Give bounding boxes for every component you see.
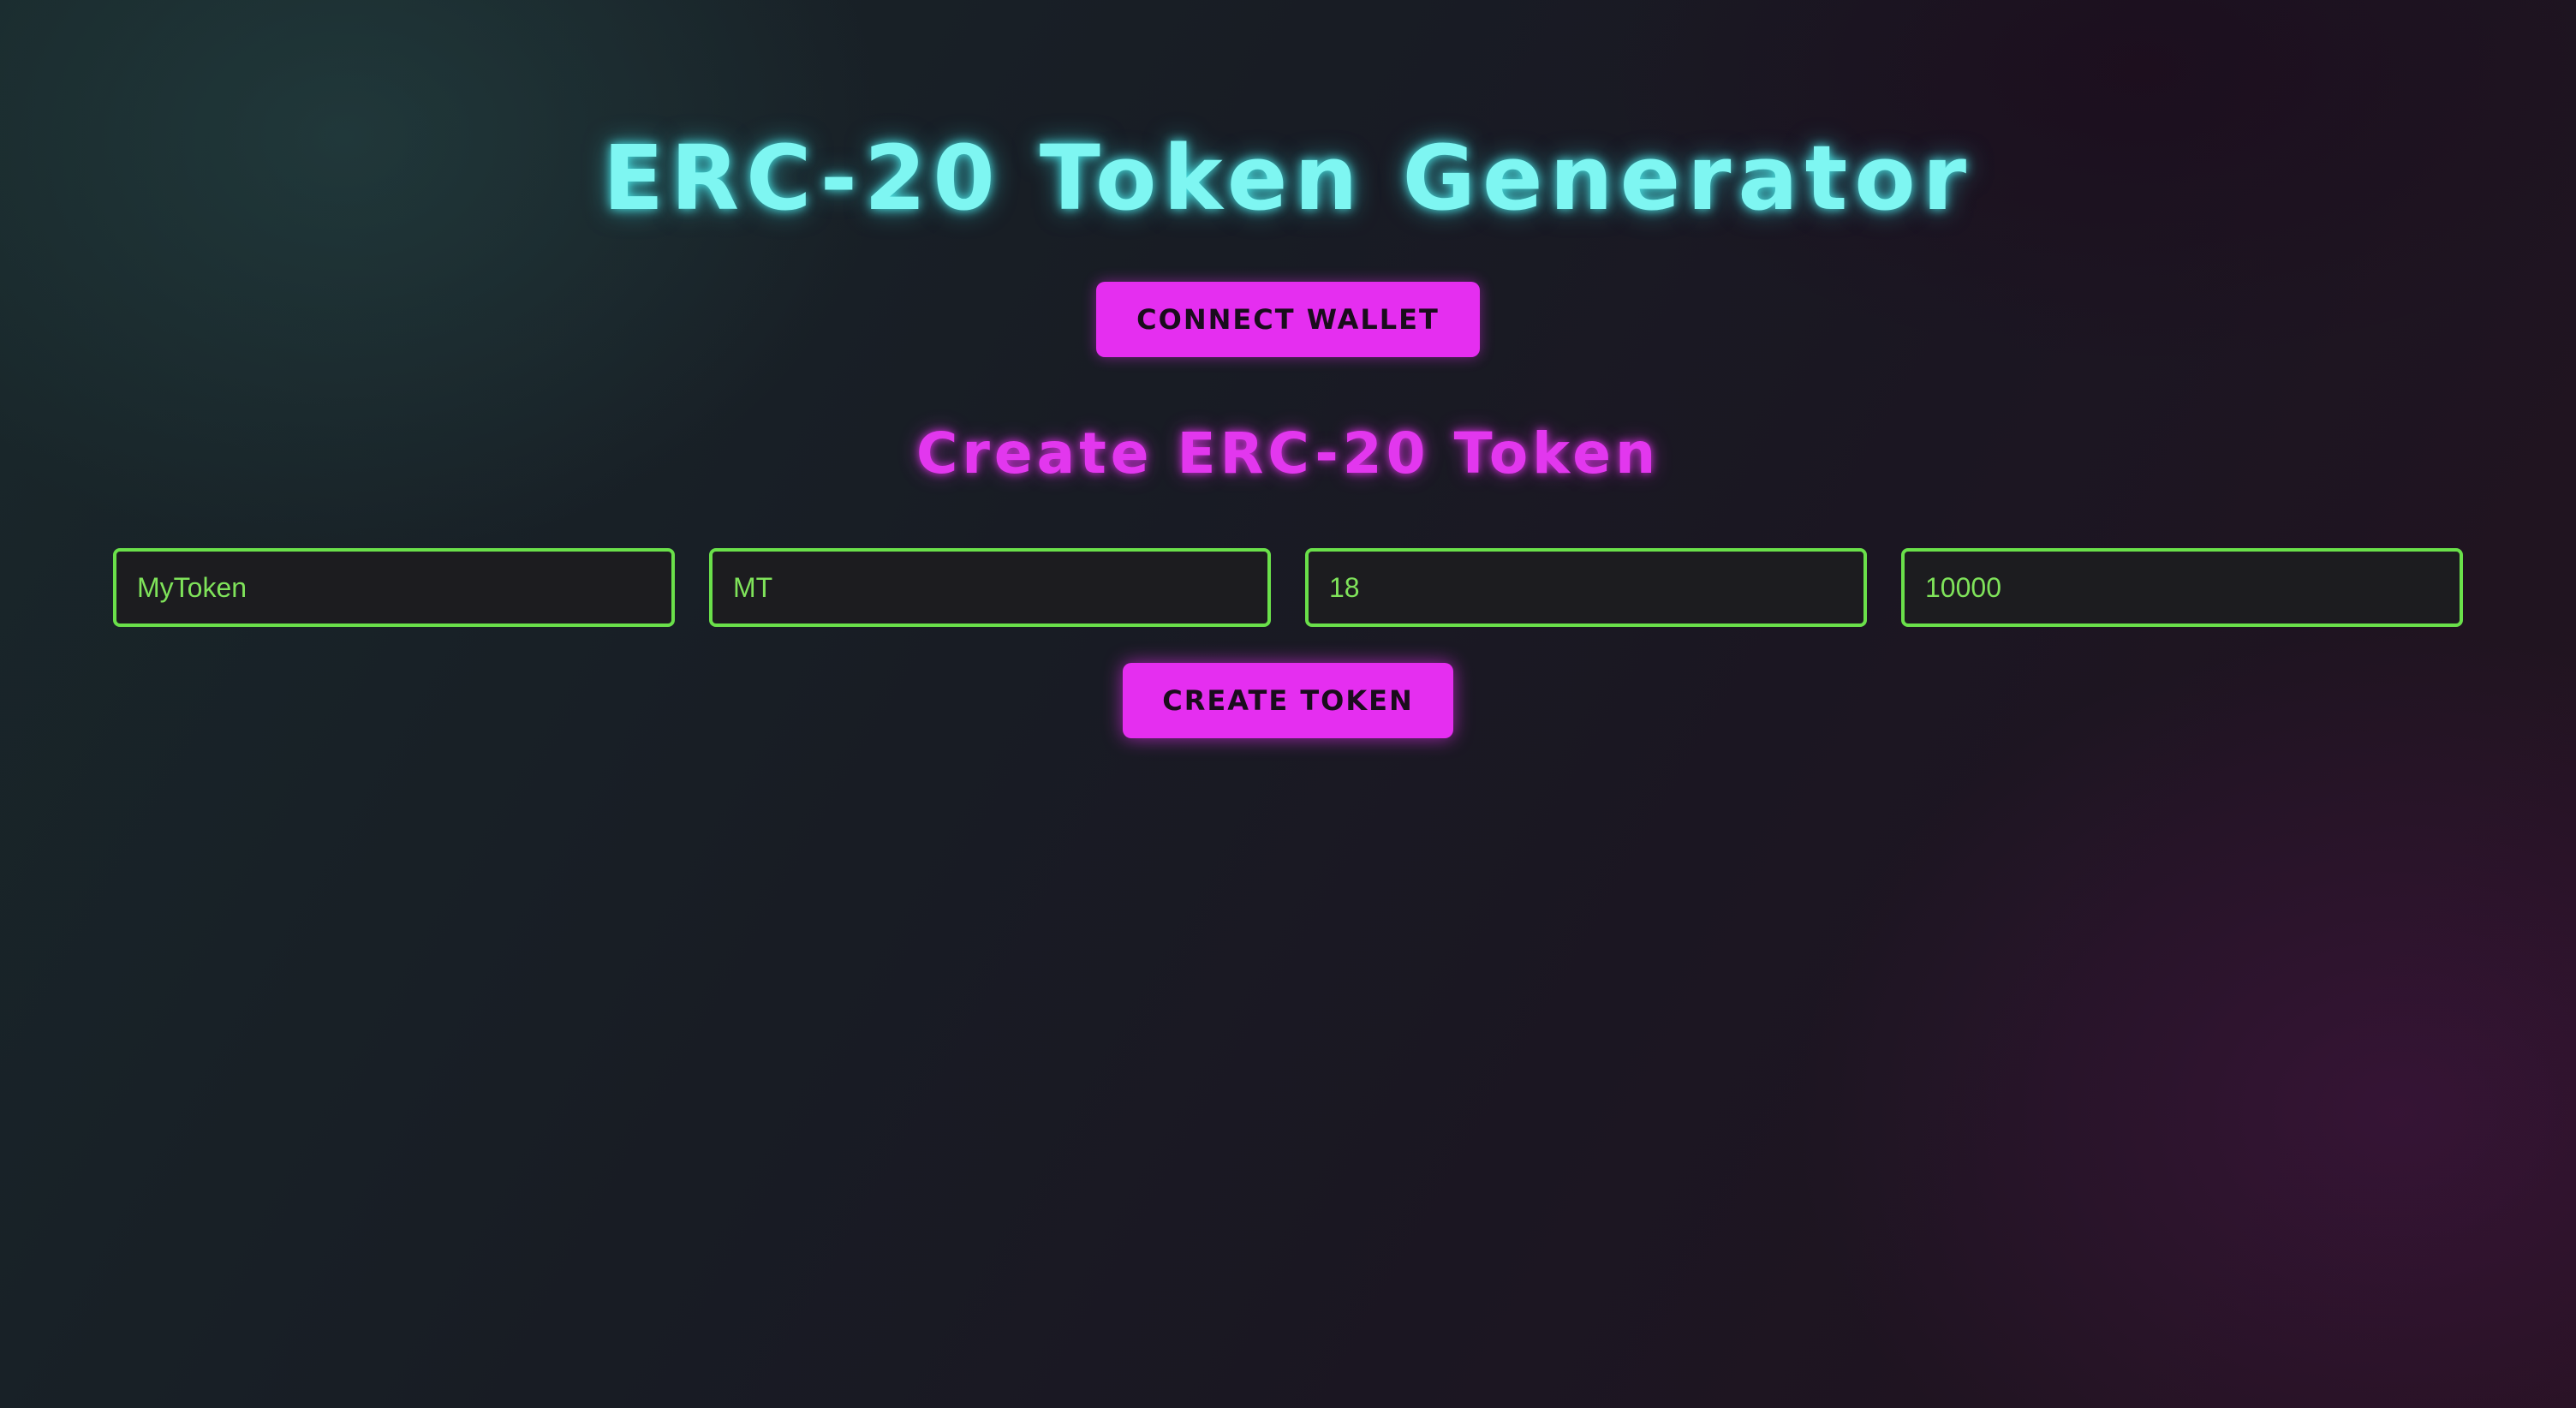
page-title: ERC-20 Token Generator [602,126,1974,230]
create-token-button[interactable]: CREATE TOKEN [1123,663,1453,738]
connect-wallet-button[interactable]: CONNECT WALLET [1096,282,1480,357]
token-supply-input[interactable] [1901,548,2463,627]
token-generator-app: ERC-20 Token Generator CONNECT WALLET Cr… [0,0,2576,1408]
token-symbol-input[interactable] [709,548,1271,627]
token-decimals-input[interactable] [1305,548,1867,627]
token-name-input[interactable] [113,548,675,627]
create-token-heading: Create ERC-20 Token [915,421,1661,486]
